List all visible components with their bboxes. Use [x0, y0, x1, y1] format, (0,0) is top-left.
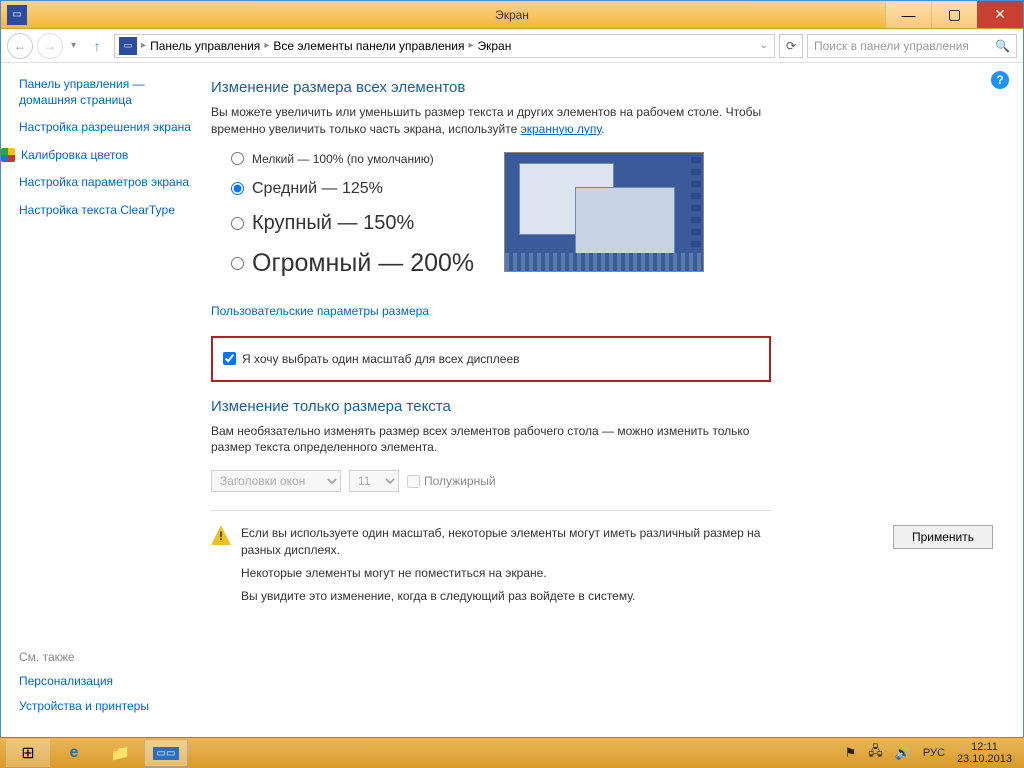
select-font-size[interactable]: 11	[349, 470, 399, 492]
tray-language[interactable]: РУС	[923, 747, 945, 759]
location-icon: ▭	[119, 37, 137, 55]
refresh-button[interactable]: ⟳	[779, 34, 803, 58]
warning-message: Если вы используете один масштаб, некото…	[211, 525, 771, 610]
search-input[interactable]: Поиск в панели управления 🔍	[807, 34, 1017, 58]
see-also-devices[interactable]: Устройства и принтеры	[19, 699, 149, 715]
titlebar[interactable]: ▭ Экран — ▢ ✕	[1, 1, 1023, 29]
radio-huge[interactable]: Огромный — 200%	[231, 249, 474, 278]
system-tray: ⚑ 🖧 🔊 РУС 12:11 23.10.2013	[845, 741, 1018, 765]
text-size-controls: Заголовки окон 11 Полужирный	[211, 470, 993, 492]
divider	[211, 510, 771, 511]
see-also-header: См. также	[19, 650, 149, 664]
description-text-only: Вам необязательно изменять размер всех э…	[211, 423, 771, 457]
tray-volume-icon[interactable]: 🔊	[895, 745, 911, 761]
back-button[interactable]: ←	[7, 33, 33, 59]
up-button[interactable]: ↑	[84, 33, 110, 59]
apply-button[interactable]: Применить	[893, 525, 993, 549]
maximize-button[interactable]: ▢	[931, 1, 977, 28]
tray-flag-icon[interactable]: ⚑	[845, 745, 857, 761]
radio-medium[interactable]: Средний — 125%	[231, 180, 474, 198]
minimize-button[interactable]: —	[885, 1, 931, 28]
taskbar-explorer[interactable]: 📁	[98, 739, 142, 767]
display-preview	[504, 152, 704, 272]
search-placeholder: Поиск в панели управления	[814, 39, 969, 53]
warning-icon	[211, 525, 231, 545]
sidebar: Панель управления — домашняя страница На…	[1, 63, 201, 737]
heading-text-only: Изменение только размера текста	[211, 398, 993, 415]
control-panel-window: ▭ Экран — ▢ ✕ ← → ▾ ↑ ▭ ▸ Панель управле…	[0, 0, 1024, 738]
taskbar[interactable]: ⊞ e 📁 ▭▭ ⚑ 🖧 🔊 РУС 12:11 23.10.2013	[0, 738, 1024, 768]
checkbox-bold[interactable]: Полужирный	[407, 474, 496, 488]
sidebar-link-calibration[interactable]: Калибровка цветов	[21, 148, 128, 164]
breadcrumb-item[interactable]: Панель управления	[146, 39, 264, 53]
control-panel-home-link[interactable]: Панель управления — домашняя страница	[19, 77, 191, 108]
address-dropdown[interactable]: ⌄	[754, 40, 774, 51]
radio-large[interactable]: Крупный — 150%	[231, 212, 474, 235]
start-button[interactable]: ⊞	[6, 739, 50, 767]
content-body: ? Панель управления — домашняя страница …	[1, 63, 1023, 737]
taskbar-control-panel[interactable]: ▭▭	[144, 739, 188, 767]
sidebar-link-resolution[interactable]: Настройка разрешения экрана	[19, 120, 191, 136]
description-resize: Вы можете увеличить или уменьшить размер…	[211, 104, 771, 138]
tray-clock[interactable]: 12:11 23.10.2013	[957, 741, 1012, 765]
system-icon: ▭	[7, 5, 27, 25]
window-title: Экран	[495, 8, 529, 22]
sidebar-link-cleartype[interactable]: Настройка текста ClearType	[19, 203, 191, 219]
tray-network-icon[interactable]: 🖧	[868, 742, 883, 764]
checkbox-single-scale[interactable]: Я хочу выбрать один масштаб для всех дис…	[223, 352, 759, 366]
close-button[interactable]: ✕	[977, 1, 1023, 28]
see-also-personalization[interactable]: Персонализация	[19, 674, 149, 690]
scale-radio-group: Мелкий — 100% (по умолчанию) Средний — 1…	[211, 152, 474, 292]
scale-options-row: Мелкий — 100% (по умолчанию) Средний — 1…	[211, 152, 993, 292]
see-also-section: См. также Персонализация Устройства и пр…	[19, 650, 149, 725]
forward-button[interactable]: →	[37, 33, 63, 59]
select-element-type[interactable]: Заголовки окон	[211, 470, 341, 492]
navigation-bar: ← → ▾ ↑ ▭ ▸ Панель управления ▸ Все элем…	[1, 29, 1023, 63]
main-content: Изменение размера всех элементов Вы може…	[201, 63, 1023, 737]
radio-small[interactable]: Мелкий — 100% (по умолчанию)	[231, 152, 474, 166]
shield-icon	[1, 148, 15, 162]
taskbar-ie[interactable]: e	[52, 739, 96, 767]
warning-row: Если вы используете один масштаб, некото…	[211, 525, 993, 610]
search-icon: 🔍	[995, 39, 1010, 53]
window-buttons: — ▢ ✕	[885, 1, 1023, 28]
magnifier-link[interactable]: экранную лупу	[521, 122, 602, 136]
history-dropdown[interactable]: ▾	[67, 40, 80, 51]
highlighted-checkbox-area: Я хочу выбрать один масштаб для всех дис…	[211, 336, 771, 382]
sidebar-link-display-settings[interactable]: Настройка параметров экрана	[19, 175, 191, 191]
help-icon[interactable]: ?	[991, 71, 1009, 89]
heading-resize-all: Изменение размера всех элементов	[211, 79, 993, 96]
breadcrumb-item[interactable]: Все элементы панели управления	[269, 39, 468, 53]
custom-size-link[interactable]: Пользовательские параметры размера	[211, 304, 429, 318]
address-bar[interactable]: ▭ ▸ Панель управления ▸ Все элементы пан…	[114, 34, 775, 58]
breadcrumb-item[interactable]: Экран	[474, 39, 516, 53]
